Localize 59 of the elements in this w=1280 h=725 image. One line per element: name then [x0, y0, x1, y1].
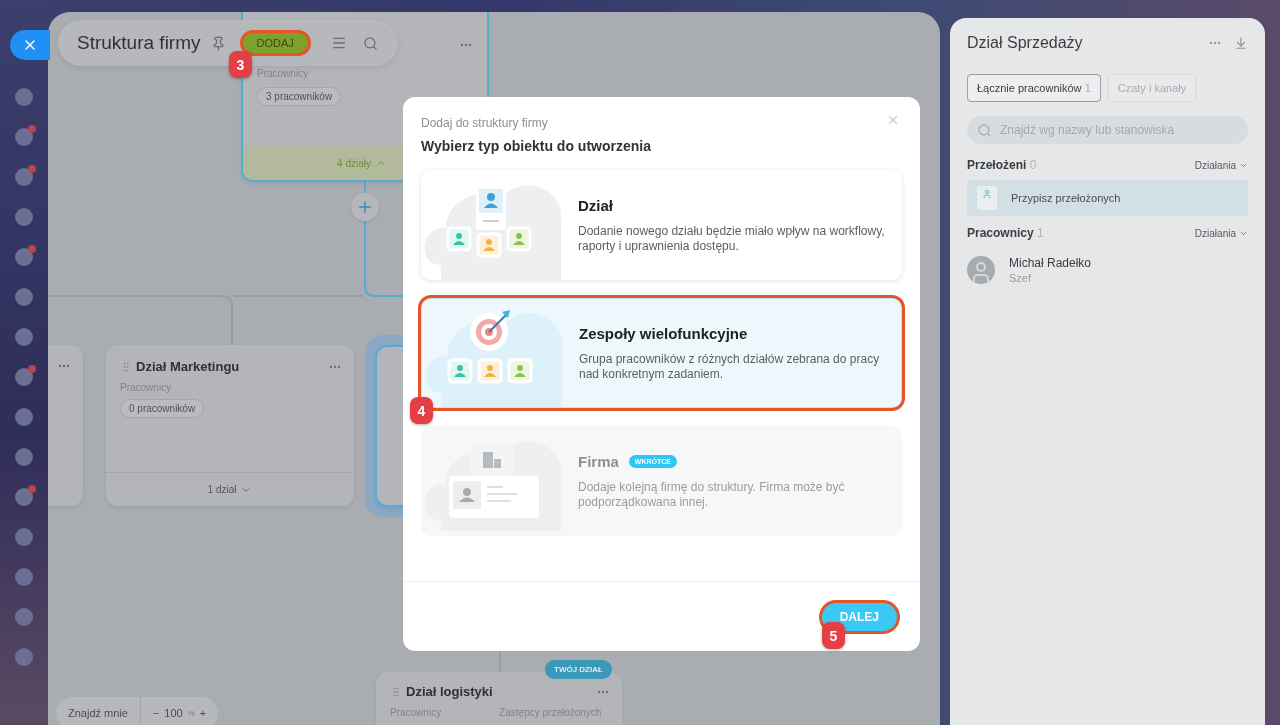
avatar: [967, 256, 995, 284]
assign-managers-row[interactable]: Przypisz przełożonych: [967, 180, 1248, 216]
person-role: Szef: [1009, 272, 1032, 284]
app-icon[interactable]: [15, 448, 33, 466]
add-node-button[interactable]: [351, 193, 379, 221]
app-icon[interactable]: [15, 288, 33, 306]
search-icon: [977, 122, 992, 138]
app-icon[interactable]: [15, 248, 33, 266]
zoom-out-button[interactable]: −: [152, 707, 160, 719]
zoom-in-button[interactable]: +: [199, 707, 207, 719]
app-icon[interactable]: [15, 368, 33, 386]
zoom-unit: %: [187, 708, 195, 718]
actions-dropdown[interactable]: Działania: [1194, 159, 1248, 171]
subdepartments-toggle[interactable]: 1 dział: [207, 484, 237, 495]
panel-tab[interactable]: Łącznie pracowników 1: [967, 74, 1101, 102]
step-marker: 3: [229, 51, 252, 78]
find-me-link[interactable]: Znajdź mnie: [56, 707, 140, 719]
option-title: Dział: [578, 196, 613, 214]
employee-count-chip[interactable]: 3 pracowników: [257, 87, 342, 106]
app-icon[interactable]: [15, 128, 33, 146]
your-department-badge: TWÓJ DZIAŁ: [545, 660, 612, 679]
person-name[interactable]: Michał Radełko: [1009, 256, 1092, 270]
option-description: Dodanie nowego działu będzie miało wpływ na workflowy, raporty i uprawnienia dostępu.: [578, 223, 886, 254]
actions-dropdown[interactable]: Działania: [1194, 227, 1248, 239]
menu-icon[interactable]: [330, 35, 347, 51]
option-description: Dodaje kolejną firmę do struktury. Firma może być podporządkowana innej.: [578, 479, 846, 510]
app-icon[interactable]: [15, 608, 33, 626]
panel-title: Dział Sprzedaży: [967, 34, 1084, 52]
drag-handle-icon[interactable]: [390, 685, 402, 698]
option-title: Firma: [578, 452, 619, 470]
employee-count-chip[interactable]: 0 pracowników: [120, 399, 205, 418]
app-icon[interactable]: [15, 168, 33, 186]
step-marker: 4: [410, 397, 433, 424]
page-title: Struktura firmy: [77, 32, 201, 54]
drag-handle-icon[interactable]: [120, 360, 132, 373]
object-type-option[interactable]: Dział Dodanie nowego działu będzie miało wpływ na workflowy, raporty i uprawnienia dostępu.: [421, 170, 902, 280]
app-icon[interactable]: [15, 328, 33, 346]
app-icon[interactable]: [15, 488, 33, 506]
pin-icon[interactable]: [210, 35, 226, 51]
app-icon[interactable]: [15, 528, 33, 546]
app-icon[interactable]: [15, 568, 33, 586]
app-icon[interactable]: [15, 208, 33, 226]
department-title: Dział Marketingu: [136, 359, 241, 374]
app-icon[interactable]: [15, 648, 33, 666]
close-icon[interactable]: [886, 113, 900, 127]
step-marker: 5: [822, 622, 845, 649]
app-icon[interactable]: [15, 88, 33, 106]
assign-managers-text: Przypisz przełożonych: [1011, 192, 1121, 204]
option-description: Grupa pracowników z różnych działów zebrana do pracy nad konkretnym zadaniem.: [579, 351, 881, 382]
zoom-value: 100: [164, 707, 183, 719]
add-button[interactable]: DODAJ: [239, 30, 311, 56]
department-title: Dział logistyki: [406, 684, 494, 699]
search-icon[interactable]: [362, 35, 378, 51]
collapse-icon[interactable]: [1234, 36, 1248, 50]
person-card-icon: [977, 186, 997, 210]
option-title: Zespoły wielofunkcyjne: [579, 324, 748, 342]
plus-icon[interactable]: [356, 198, 374, 216]
app-icon[interactable]: [15, 408, 33, 426]
close-button[interactable]: [10, 30, 50, 60]
